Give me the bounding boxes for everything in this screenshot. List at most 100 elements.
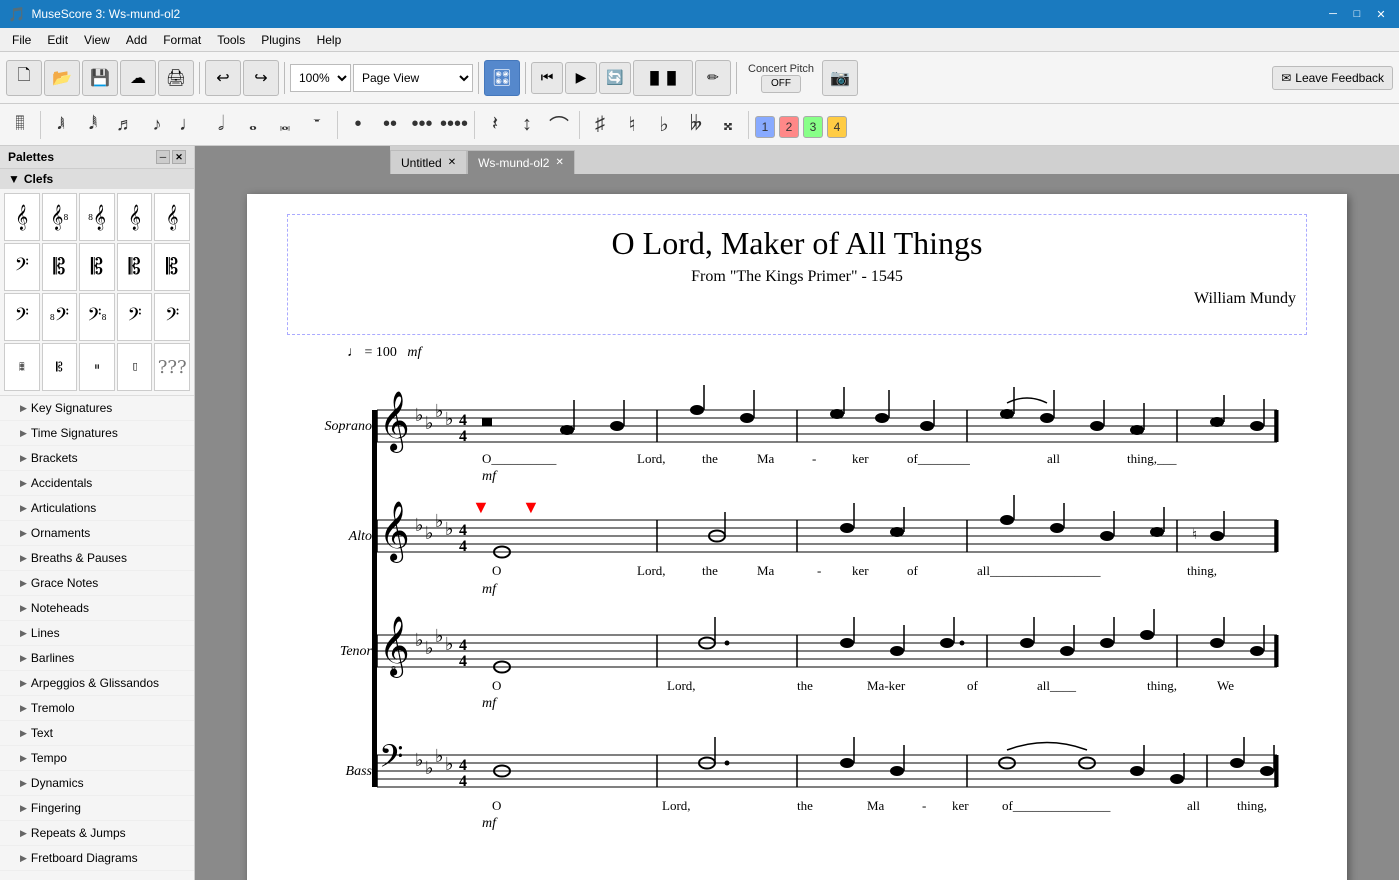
tab-untitled[interactable]: Untitled ✕ <box>390 150 467 174</box>
screenshot-button[interactable]: 📷 <box>822 60 858 96</box>
menu-view[interactable]: View <box>76 31 118 49</box>
menu-tools[interactable]: Tools <box>209 31 253 49</box>
alto-clef-btn[interactable]: 𝄡 <box>42 243 78 291</box>
tab-clef-btn[interactable]: 𝄝 <box>4 343 40 391</box>
question-clef-btn[interactable]: ??? <box>154 343 190 391</box>
quad-dot-button[interactable]: •••• <box>440 109 468 141</box>
palette-time-signatures[interactable]: ▶ Time Signatures <box>0 421 194 446</box>
soprano-clef-btn[interactable]: 𝄡 <box>154 243 190 291</box>
rewind-button[interactable]: ⏮ <box>531 62 563 94</box>
eighth-note-button[interactable]: ♪ <box>143 109 171 141</box>
save-button[interactable]: 💾 <box>82 60 118 96</box>
flat-button[interactable]: ♭ <box>650 109 678 141</box>
tenor-clef-btn[interactable]: 𝄡 <box>79 243 115 291</box>
palette-arpeggios[interactable]: ▶ Arpeggios & Glissandos <box>0 671 194 696</box>
mixer-button[interactable]: 🎛 <box>484 60 520 96</box>
voice-4-button[interactable]: 4 <box>827 116 847 138</box>
treble-clef-15ma-btn[interactable]: 𝄞 <box>117 193 153 241</box>
minimize-button[interactable]: ─ <box>1323 4 1343 24</box>
palette-key-signatures[interactable]: ▶ Key Signatures <box>0 396 194 421</box>
double-dot-button[interactable]: •• <box>376 109 404 141</box>
palette-noteheads[interactable]: ▶ Noteheads <box>0 596 194 621</box>
voice-3-button[interactable]: 3 <box>803 116 823 138</box>
note-input-button[interactable]: 𝄝 <box>6 109 34 141</box>
palette-close-button[interactable]: ✕ <box>172 150 186 164</box>
palette-fingering[interactable]: ▶ Fingering <box>0 796 194 821</box>
save-online-button[interactable]: ☁ <box>120 60 156 96</box>
bass-clef-btn[interactable]: 𝄢 <box>4 293 40 341</box>
menu-edit[interactable]: Edit <box>39 31 76 49</box>
tab-clef-2-btn[interactable]: 𝄡 <box>42 343 78 391</box>
flip-button[interactable]: ↕ <box>513 109 541 141</box>
64th-note-button[interactable]: 𝅘𝅥𝅲 <box>47 109 75 141</box>
32nd-note-button[interactable]: 𝅘𝅥𝅱 <box>79 109 107 141</box>
voice-2-button[interactable]: 2 <box>779 116 799 138</box>
transport-bar-buttons[interactable]: ▐▌▐▌ <box>633 60 693 96</box>
double-flat-button[interactable]: 𝄫 <box>682 109 710 141</box>
treble-clef-8vb-btn[interactable]: 𝄞8 <box>42 193 78 241</box>
print-button[interactable]: 🖨 <box>158 60 194 96</box>
triple-dot-button[interactable]: ••• <box>408 109 436 141</box>
menu-add[interactable]: Add <box>118 31 155 49</box>
treble-clef-v-btn[interactable]: 𝄞 <box>154 193 190 241</box>
bass-clef-sub-btn[interactable]: 𝄢 <box>154 293 190 341</box>
palette-controls[interactable]: ─ ✕ <box>156 150 186 164</box>
palette-breaths-pauses[interactable]: ▶ Breaths & Pauses <box>0 546 194 571</box>
open-file-button[interactable]: 📂 <box>44 60 80 96</box>
16th-note-button[interactable]: ♬ <box>111 109 139 141</box>
palette-tempo[interactable]: ▶ Tempo <box>0 746 194 771</box>
undo-button[interactable]: ↩ <box>205 60 241 96</box>
palette-repeats-jumps[interactable]: ▶ Repeats & Jumps <box>0 821 194 846</box>
tab-untitled-close[interactable]: ✕ <box>448 157 456 168</box>
menu-file[interactable]: File <box>4 31 39 49</box>
menu-format[interactable]: Format <box>155 31 209 49</box>
window-controls[interactable]: ─ □ ✕ <box>1323 4 1391 24</box>
voice-1-button[interactable]: 1 <box>755 116 775 138</box>
sharp-button[interactable]: ♯ <box>586 109 614 141</box>
maximize-button[interactable]: □ <box>1347 4 1367 24</box>
bass-clef-15ma-btn[interactable]: 𝄢 <box>117 293 153 341</box>
natural-button[interactable]: ♮ <box>618 109 646 141</box>
baritone-clef-btn[interactable]: 𝄡 <box>117 243 153 291</box>
palette-lines[interactable]: ▶ Lines <box>0 621 194 646</box>
palette-minimize-button[interactable]: ─ <box>156 150 170 164</box>
bass-clef-8vb-btn[interactable]: 𝄢8 <box>79 293 115 341</box>
zoom-select[interactable]: 100% 75% 125% 150% <box>290 64 351 92</box>
new-file-button[interactable]: 🗋 <box>6 60 42 96</box>
double-sharp-button[interactable]: 𝄪 <box>714 109 742 141</box>
perc-clef-btn[interactable]: 𝄥 <box>79 343 115 391</box>
palette-text[interactable]: ▶ Text <box>0 721 194 746</box>
score-area[interactable]: Untitled ✕ Ws-mund-ol2 ✕ O Lord, Maker o… <box>195 146 1399 880</box>
treble-clef-btn[interactable]: 𝄞 <box>4 193 40 241</box>
palette-dynamics[interactable]: ▶ Dynamics <box>0 771 194 796</box>
tab-ws-mund-close[interactable]: ✕ <box>555 157 563 168</box>
palette-ornaments[interactable]: ▶ Ornaments <box>0 521 194 546</box>
close-button[interactable]: ✕ <box>1371 4 1391 24</box>
tab-ws-mund[interactable]: Ws-mund-ol2 ✕ <box>467 150 575 174</box>
mezzo-clef-btn[interactable]: 𝄢 <box>4 243 40 291</box>
view-mode-select[interactable]: Page View Continuous View <box>353 64 473 92</box>
loop-button[interactable]: 🔄 <box>599 62 631 94</box>
concert-pitch-toggle[interactable]: OFF <box>761 75 801 93</box>
palette-fretboard[interactable]: ▶ Fretboard Diagrams <box>0 846 194 871</box>
double-whole-button[interactable]: 𝅜 <box>271 109 299 141</box>
bass-clef-8va-btn[interactable]: 8𝄢 <box>42 293 78 341</box>
redo-button[interactable]: ↪ <box>243 60 279 96</box>
half-note-button[interactable]: 𝅗𝅥 <box>207 109 235 141</box>
rest-button[interactable]: 𝄽 <box>481 109 509 141</box>
treble-clef-8va-btn[interactable]: 8𝄞 <box>79 193 115 241</box>
breve-button[interactable]: 𝄻 <box>303 109 331 141</box>
palette-grace-notes[interactable]: ▶ Grace Notes <box>0 571 194 596</box>
quarter-note-button[interactable]: ♩ <box>175 109 203 141</box>
palette-tremolo[interactable]: ▶ Tremolo <box>0 696 194 721</box>
menu-plugins[interactable]: Plugins <box>253 31 308 49</box>
play-button[interactable]: ▶ <box>565 62 597 94</box>
clefs-header[interactable]: ▼ Clefs <box>0 169 194 189</box>
palette-articulations[interactable]: ▶ Articulations <box>0 496 194 521</box>
perc-clef-2-btn[interactable]: 𝄦 <box>117 343 153 391</box>
palette-brackets[interactable]: ▶ Brackets <box>0 446 194 471</box>
tie-button[interactable]: ⌒ <box>545 109 573 141</box>
feedback-button[interactable]: ✉ Leave Feedback <box>1272 66 1393 90</box>
palette-accidentals[interactable]: ▶ Accidentals <box>0 471 194 496</box>
step-mode-button[interactable]: ✏ <box>695 60 731 96</box>
